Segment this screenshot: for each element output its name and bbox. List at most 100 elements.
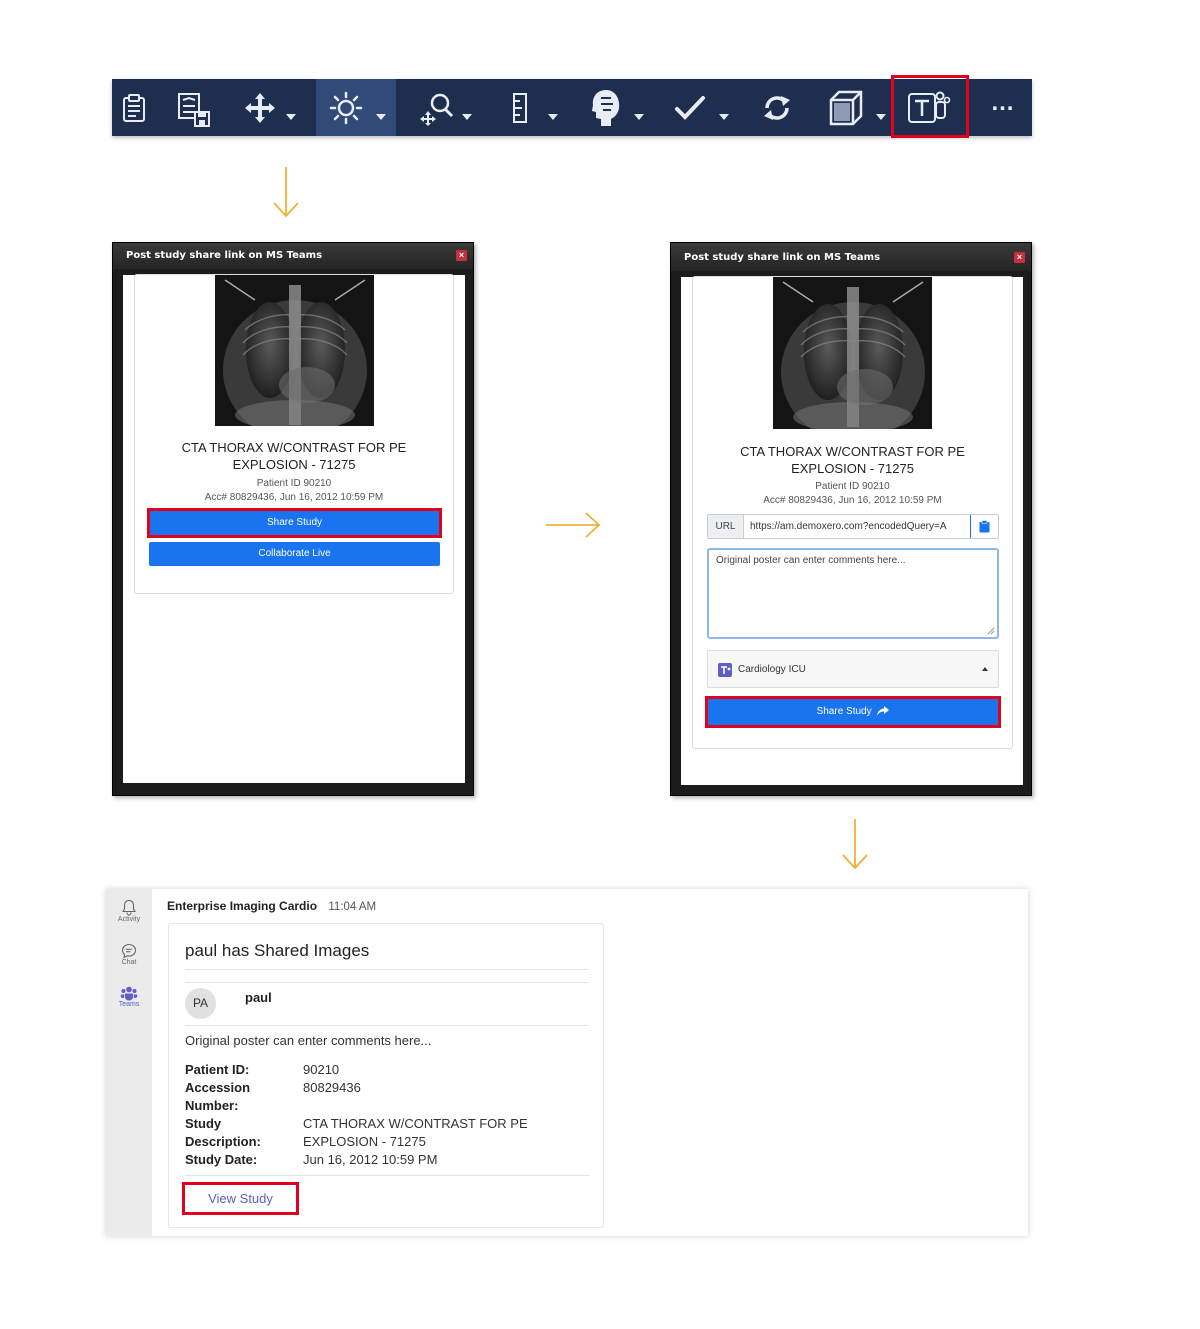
zoom-tool-button[interactable] bbox=[410, 79, 480, 136]
accession-label-2: Number: bbox=[185, 1098, 239, 1113]
url-field[interactable]: https://am.demoxero.com?encodedQuery=A bbox=[744, 515, 970, 538]
view-study-button[interactable]: View Study bbox=[182, 1182, 299, 1215]
sender-name: Enterprise Imaging Cardio bbox=[167, 899, 318, 913]
3d-view-button[interactable] bbox=[818, 79, 890, 136]
clipboard-icon bbox=[123, 93, 145, 122]
patient-id: Patient ID 90210 bbox=[815, 481, 890, 492]
study-title-line1: CTA THORAX W/CONTRAST FOR PE bbox=[740, 444, 965, 459]
clipboard-button[interactable] bbox=[116, 79, 152, 136]
anatomy-tool-button[interactable] bbox=[580, 79, 650, 136]
study-title-line2: EXPLOSION - 71275 bbox=[232, 457, 356, 472]
sync-button[interactable] bbox=[752, 79, 802, 136]
divider bbox=[185, 969, 589, 970]
teams-icon bbox=[120, 986, 138, 1001]
teams-app-rail: Activity Chat Teams bbox=[106, 889, 152, 1236]
bell-icon bbox=[122, 899, 136, 916]
user-name: paul bbox=[245, 990, 272, 1005]
study-date-label: Study Date: bbox=[185, 1152, 258, 1167]
study-card: CTA THORAX W/CONTRAST FOR PE EXPLOSION -… bbox=[134, 274, 454, 594]
message-time: 11:04 AM bbox=[328, 901, 377, 913]
chevron-down-icon bbox=[548, 114, 558, 120]
measure-tool-button[interactable] bbox=[497, 79, 562, 136]
ms-teams-icon bbox=[908, 91, 951, 123]
pan-tool-button[interactable] bbox=[234, 79, 304, 136]
rail-activity-label: Activity bbox=[117, 916, 141, 923]
resize-handle-icon[interactable] bbox=[987, 627, 995, 635]
save-image-icon bbox=[178, 92, 210, 127]
viewer-toolbar: … bbox=[112, 75, 1032, 138]
divider bbox=[185, 982, 589, 983]
flow-arrow-down-2 bbox=[840, 817, 870, 871]
head-anatomy-icon bbox=[592, 89, 620, 126]
divider bbox=[185, 1025, 589, 1026]
share-dialog-expanded: Post study share link on MS Teams × CTA … bbox=[670, 242, 1032, 796]
flow-arrow-right bbox=[544, 510, 602, 540]
accession-label: Accession bbox=[185, 1080, 251, 1095]
window-level-button[interactable] bbox=[316, 79, 396, 136]
chat-icon bbox=[121, 943, 137, 959]
share-study-label: Share Study bbox=[816, 706, 872, 717]
rail-teams[interactable]: Teams bbox=[106, 986, 152, 1008]
ms-teams-button[interactable] bbox=[892, 79, 966, 136]
clipboard-icon bbox=[979, 520, 990, 533]
description-value: CTA THORAX W/CONTRAST FOR PE bbox=[303, 1116, 528, 1131]
study-thumbnail bbox=[773, 277, 932, 429]
share-arrow-icon bbox=[877, 706, 890, 716]
accession-info: Acc# 80829436, Jun 16, 2012 10:59 PM bbox=[204, 492, 384, 503]
ms-teams-icon bbox=[718, 663, 732, 677]
message-header: Enterprise Imaging Cardio 11:04 AM bbox=[167, 899, 376, 913]
ruler-icon bbox=[512, 92, 527, 123]
avatar: PA bbox=[185, 988, 216, 1019]
rail-activity[interactable]: Activity bbox=[106, 899, 152, 923]
brightness-icon bbox=[329, 91, 363, 124]
more-options-button[interactable]: … bbox=[978, 79, 1028, 136]
card-title: paul has Shared Images bbox=[185, 941, 370, 960]
sync-icon bbox=[764, 95, 790, 120]
study-date-value: Jun 16, 2012 10:59 PM bbox=[303, 1152, 438, 1167]
comment-text: Original poster can enter comments here.… bbox=[716, 555, 906, 566]
comment-text: Original poster can enter comments here.… bbox=[185, 1033, 432, 1048]
accession-value: 80829436 bbox=[303, 1080, 361, 1095]
share-study-button[interactable]: Share Study bbox=[149, 510, 440, 535]
3d-cube-icon bbox=[829, 90, 863, 125]
rail-teams-label: Teams bbox=[118, 1001, 140, 1008]
checkmark-icon bbox=[675, 95, 705, 120]
flow-arrow-down-1 bbox=[271, 165, 301, 219]
save-image-button[interactable] bbox=[168, 79, 218, 136]
url-label: URL bbox=[708, 515, 744, 538]
rail-chat[interactable]: Chat bbox=[106, 943, 152, 966]
description-label-2: Description: bbox=[185, 1134, 261, 1149]
chevron-up-icon bbox=[982, 667, 988, 671]
collaborate-live-button[interactable]: Collaborate Live bbox=[149, 542, 440, 566]
study-card: CTA THORAX W/CONTRAST FOR PE EXPLOSION -… bbox=[692, 276, 1013, 749]
chevron-down-icon bbox=[876, 114, 886, 120]
divider bbox=[185, 1175, 589, 1176]
channel-select[interactable]: Cardiology ICU bbox=[707, 650, 999, 688]
study-title-line1: CTA THORAX W/CONTRAST FOR PE bbox=[181, 440, 407, 455]
share-dialog-initial: Post study share link on MS Teams × CTA … bbox=[112, 242, 474, 796]
approve-tool-button[interactable] bbox=[665, 79, 735, 136]
chevron-down-icon bbox=[462, 114, 472, 120]
channel-name: Cardiology ICU bbox=[738, 664, 806, 675]
patient-id-value: 90210 bbox=[303, 1062, 340, 1077]
dialog-title: Post study share link on MS Teams bbox=[113, 243, 473, 269]
chevron-down-icon bbox=[376, 114, 386, 120]
description-value-2: EXPLOSION - 71275 bbox=[303, 1134, 426, 1149]
close-icon[interactable]: × bbox=[456, 250, 467, 261]
patient-id-label: Patient ID: bbox=[185, 1062, 250, 1077]
close-icon[interactable]: × bbox=[1014, 252, 1025, 263]
chevron-down-icon bbox=[634, 114, 644, 120]
rail-chat-label: Chat bbox=[121, 959, 137, 966]
dialog-content: CTA THORAX W/CONTRAST FOR PE EXPLOSION -… bbox=[681, 276, 1023, 785]
more-options-icon: … bbox=[990, 88, 1016, 116]
pan-move-icon bbox=[245, 92, 275, 123]
dialog-content: CTA THORAX W/CONTRAST FOR PE EXPLOSION -… bbox=[123, 274, 465, 783]
study-title-line2: EXPLOSION - 71275 bbox=[791, 461, 914, 476]
url-group: URL https://am.demoxero.com?encodedQuery… bbox=[707, 514, 999, 539]
zoom-icon bbox=[420, 93, 454, 126]
comment-textarea[interactable]: Original poster can enter comments here.… bbox=[707, 548, 999, 639]
teams-window: Activity Chat Teams Enterprise Imaging C… bbox=[106, 889, 1028, 1236]
description-label: Study bbox=[185, 1116, 222, 1131]
share-study-button[interactable]: Share Study bbox=[707, 699, 999, 725]
copy-url-button[interactable] bbox=[970, 515, 998, 538]
